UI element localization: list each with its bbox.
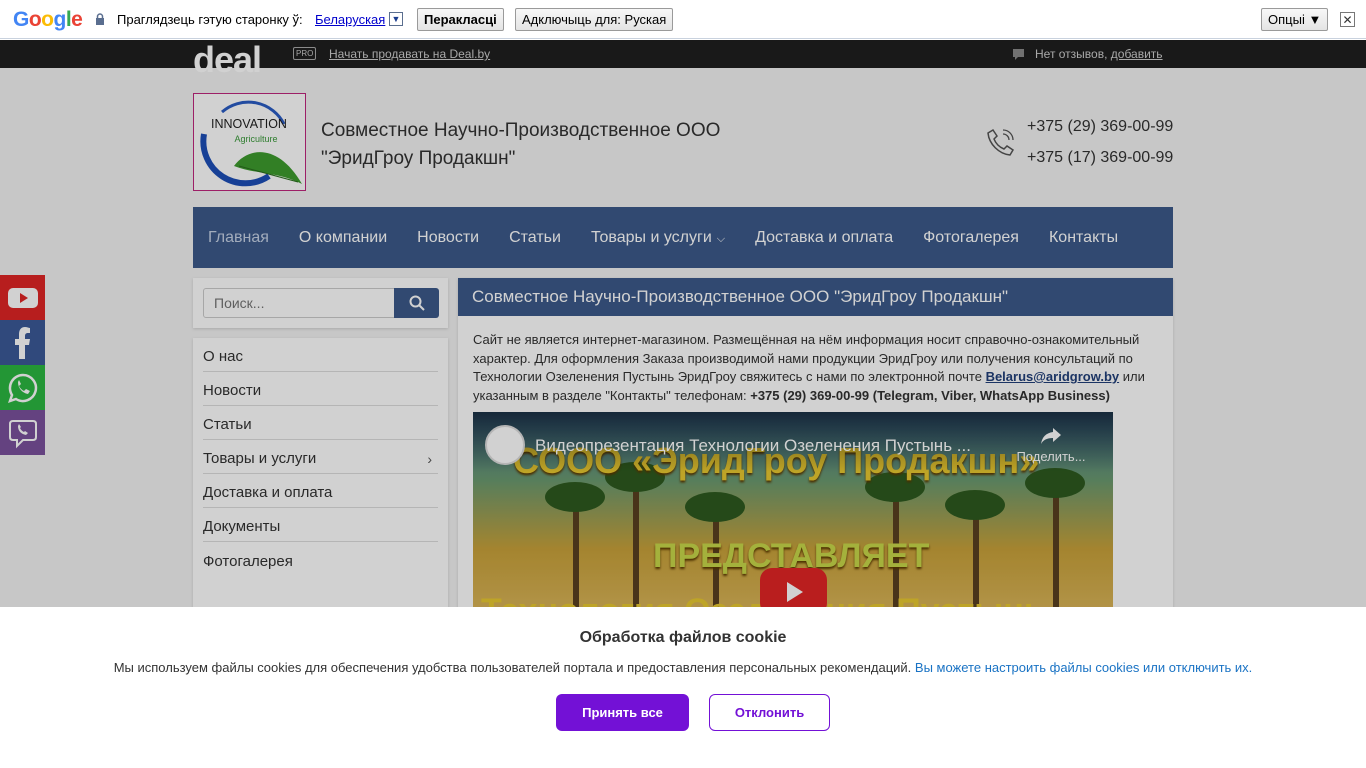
reviews-text: Нет отзывов, добавить [1035, 47, 1163, 61]
phone-number-1[interactable]: +375 (29) 369-00-99 [1027, 118, 1173, 136]
nav-item-contacts[interactable]: Контакты [1049, 229, 1118, 247]
cookie-title: Обработка файлов cookie [579, 629, 787, 646]
sidebar-item-articles[interactable]: Статьи [203, 406, 438, 440]
search-input[interactable] [203, 288, 395, 318]
sidebar-item-products[interactable]: Товары и услуги › [203, 440, 438, 474]
nav-item-home[interactable]: Главная [208, 229, 269, 247]
viber-icon [8, 419, 37, 448]
sidebar-item-news[interactable]: Новости [203, 372, 438, 406]
content-heading: Совместное Научно-Производственное ООО "… [458, 278, 1173, 316]
language-dropdown-icon[interactable]: ▼ [389, 12, 403, 26]
nav-item-delivery[interactable]: Доставка и оплата [755, 229, 893, 247]
video-embed[interactable]: СООО «ЭридГроу Продакшн» ПРЕДСТАВЛЯЕТ Те… [473, 412, 1113, 608]
whatsapp-icon [7, 373, 37, 403]
share-icon [1041, 428, 1061, 444]
sidebar-item-delivery[interactable]: Доставка и оплата [203, 474, 438, 508]
video-title[interactable]: Видеопрезентация Технологии Озеленения П… [535, 436, 971, 456]
sidebar-menu: О нас Новости Статьи Товары и услуги › До… [193, 338, 448, 628]
start-selling-link[interactable]: Начать продавать на Deal.by [329, 47, 490, 61]
chevron-right-icon: › [427, 450, 432, 467]
nav-item-articles[interactable]: Статьи [509, 229, 561, 247]
nav-item-products[interactable]: Товары и услуги ⌵ [591, 229, 725, 247]
sidebar-item-about[interactable]: О нас [203, 338, 438, 372]
chevron-down-icon: ⌵ [716, 232, 726, 245]
search-button[interactable] [394, 288, 439, 318]
add-review-link[interactable]: добавить [1111, 47, 1163, 61]
search-box [193, 278, 448, 328]
phone-number-2[interactable]: +375 (17) 369-00-99 [1027, 149, 1173, 167]
comment-icon [1013, 49, 1024, 60]
main-content: Совместное Научно-Производственное ООО "… [458, 278, 1173, 608]
play-icon[interactable] [760, 568, 827, 608]
sidebar-item-documents[interactable]: Документы [203, 508, 438, 542]
whatsapp-button[interactable] [0, 365, 45, 410]
sidebar-item-gallery[interactable]: Фотогалерея [203, 542, 438, 576]
youtube-icon [7, 287, 38, 308]
phones-bold: +375 (29) 369-00-99 (Telegram, Viber, Wh… [750, 387, 1110, 403]
cookie-text: Мы используем файлы cookies для обеспече… [113, 660, 1253, 675]
pro-badge: PRO [293, 47, 317, 60]
translate-button[interactable]: Перакласці [417, 8, 504, 31]
cookie-settings-link[interactable]: Вы можете настроить файлы cookies или от… [915, 660, 1252, 675]
logo-graphic: INNOVATION Agriculture [200, 100, 302, 187]
viber-button[interactable] [0, 410, 45, 455]
phone-icon [987, 128, 1015, 156]
deal-topbar: deal PRO Начать продавать на Deal.by Нет… [0, 40, 1366, 78]
options-button[interactable]: Опцыі ▼ [1261, 8, 1329, 31]
cookie-banner: Обработка файлов cookie Мы используем фа… [0, 607, 1366, 768]
company-title: Совместное Научно-Производственное ООО "… [321, 120, 721, 169]
nav-item-gallery[interactable]: Фотогалерея [923, 229, 1019, 247]
language-link[interactable]: Беларуская [315, 12, 385, 27]
disable-translate-button[interactable]: Адключыць для: Руская [515, 8, 674, 31]
content-text: Сайт не является интернет-магазином. Раз… [473, 332, 1145, 403]
facebook-button[interactable] [0, 320, 45, 365]
lock-icon [96, 13, 104, 25]
nav-item-news[interactable]: Новости [417, 229, 479, 247]
accept-all-button[interactable]: Принять все [556, 694, 689, 731]
nav-item-about[interactable]: О компании [299, 229, 387, 247]
logo-text-sub: Agriculture [234, 134, 277, 144]
main-nav: Главная О компании Новости Статьи Товары… [193, 207, 1173, 268]
close-icon[interactable]: ✕ [1340, 12, 1355, 27]
translate-prompt: Праглядзець гэтую старонку ў: [117, 12, 303, 27]
deal-logo[interactable]: deal [193, 42, 262, 78]
search-icon [409, 295, 425, 311]
decline-button[interactable]: Отклонить [709, 694, 830, 731]
google-logo: Google [13, 8, 83, 31]
translate-bar: Google Праглядзець гэтую старонку ў: Бел… [0, 0, 1366, 39]
email-link[interactable]: Belarus@aridgrow.by [986, 369, 1120, 384]
share-label: Поделить... [1016, 449, 1086, 464]
youtube-button[interactable] [0, 275, 45, 320]
company-logo[interactable]: INNOVATION Agriculture [193, 93, 306, 191]
logo-text-top: INNOVATION [211, 117, 287, 131]
channel-avatar[interactable] [485, 425, 525, 465]
share-button[interactable]: Поделить... [1011, 426, 1091, 464]
facebook-icon [14, 326, 30, 359]
